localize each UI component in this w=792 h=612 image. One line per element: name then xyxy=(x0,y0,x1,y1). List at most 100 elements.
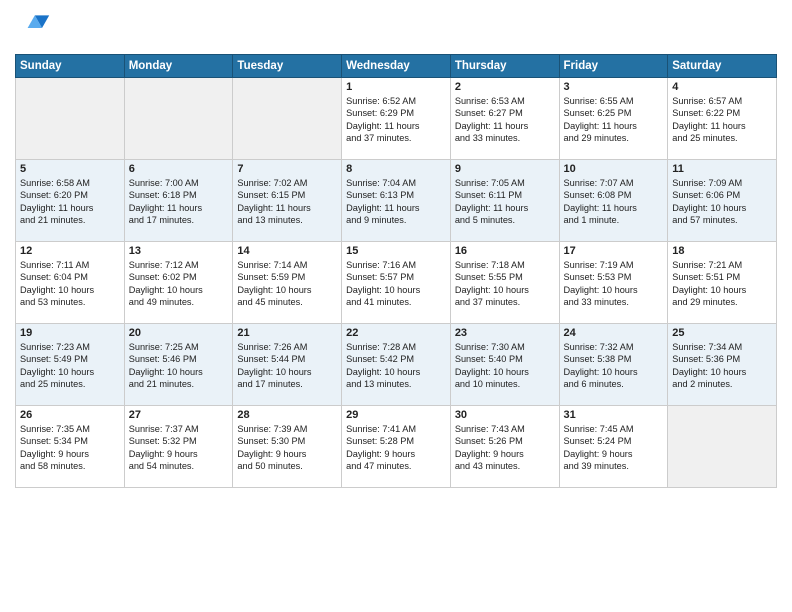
day-info: Sunrise: 7:45 AM Sunset: 5:24 PM Dayligh… xyxy=(564,423,664,473)
calendar-cell: 18 Sunrise: 7:21 AM Sunset: 5:51 PM Dayli… xyxy=(668,242,777,324)
calendar-cell: 24 Sunrise: 7:32 AM Sunset: 5:38 PM Dayli… xyxy=(559,324,668,406)
day-info: Sunrise: 7:43 AM Sunset: 5:26 PM Dayligh… xyxy=(455,423,555,473)
day-number: 2 xyxy=(455,81,555,93)
day-number: 18 xyxy=(672,245,772,257)
day-info: Sunrise: 6:57 AM Sunset: 6:22 PM Dayligh… xyxy=(672,95,772,145)
calendar-cell: 5Sunrise: 6:58 AM Sunset: 6:20 PM Daylig… xyxy=(16,160,125,242)
weekday-header: Monday xyxy=(124,55,233,78)
calendar-cell: 8Sunrise: 7:04 AM Sunset: 6:13 PM Daylig… xyxy=(342,160,451,242)
calendar-cell: 6 Sunrise: 7:00 AM Sunset: 6:18 PM Daylig… xyxy=(124,160,233,242)
day-number: 28 xyxy=(237,409,337,421)
day-info: Sunrise: 7:00 AM Sunset: 6:18 PM Dayligh… xyxy=(129,177,229,227)
calendar-cell: 7Sunrise: 7:02 AM Sunset: 6:15 PM Daylig… xyxy=(233,160,342,242)
day-number: 20 xyxy=(129,327,229,339)
calendar-week-row: 1 Sunrise: 6:52 AM Sunset: 6:29 PM Daylig… xyxy=(16,78,777,160)
day-number: 15 xyxy=(346,245,446,257)
logo-icon xyxy=(15,10,51,46)
day-info: Sunrise: 7:05 AM Sunset: 6:11 PM Dayligh… xyxy=(455,177,555,227)
calendar-cell: 1 Sunrise: 6:52 AM Sunset: 6:29 PM Daylig… xyxy=(342,78,451,160)
day-number: 3 xyxy=(564,81,664,93)
calendar-cell: 25 Sunrise: 7:34 AM Sunset: 5:36 PM Dayli… xyxy=(668,324,777,406)
day-number: 10 xyxy=(564,163,664,175)
calendar-cell: 2 Sunrise: 6:53 AM Sunset: 6:27 PM Daylig… xyxy=(450,78,559,160)
day-info: Sunrise: 7:28 AM Sunset: 5:42 PM Dayligh… xyxy=(346,341,446,391)
day-info: Sunrise: 7:35 AM Sunset: 5:34 PM Dayligh… xyxy=(20,423,120,473)
calendar-cell: 12 Sunrise: 7:11 AM Sunset: 6:04 PM Dayli… xyxy=(16,242,125,324)
calendar-cell: 4 Sunrise: 6:57 AM Sunset: 6:22 PM Daylig… xyxy=(668,78,777,160)
calendar-table: SundayMondayTuesdayWednesdayThursdayFrid… xyxy=(15,54,777,488)
logo xyxy=(15,10,55,46)
calendar-week-row: 5Sunrise: 6:58 AM Sunset: 6:20 PM Daylig… xyxy=(16,160,777,242)
day-info: Sunrise: 7:12 AM Sunset: 6:02 PM Dayligh… xyxy=(129,259,229,309)
day-number: 5 xyxy=(20,163,120,175)
day-info: Sunrise: 7:30 AM Sunset: 5:40 PM Dayligh… xyxy=(455,341,555,391)
day-info: Sunrise: 7:16 AM Sunset: 5:57 PM Dayligh… xyxy=(346,259,446,309)
calendar-cell xyxy=(124,78,233,160)
calendar-cell: 29 Sunrise: 7:41 AM Sunset: 5:28 PM Dayli… xyxy=(342,406,451,488)
calendar-week-row: 12 Sunrise: 7:11 AM Sunset: 6:04 PM Dayli… xyxy=(16,242,777,324)
calendar-cell: 9 Sunrise: 7:05 AM Sunset: 6:11 PM Daylig… xyxy=(450,160,559,242)
day-number: 27 xyxy=(129,409,229,421)
day-number: 13 xyxy=(129,245,229,257)
day-info: Sunrise: 6:52 AM Sunset: 6:29 PM Dayligh… xyxy=(346,95,446,145)
day-number: 29 xyxy=(346,409,446,421)
day-info: Sunrise: 7:34 AM Sunset: 5:36 PM Dayligh… xyxy=(672,341,772,391)
day-number: 24 xyxy=(564,327,664,339)
day-info: Sunrise: 7:23 AM Sunset: 5:49 PM Dayligh… xyxy=(20,341,120,391)
day-info: Sunrise: 7:02 AM Sunset: 6:15 PM Dayligh… xyxy=(237,177,337,227)
day-info: Sunrise: 7:39 AM Sunset: 5:30 PM Dayligh… xyxy=(237,423,337,473)
day-number: 6 xyxy=(129,163,229,175)
calendar-week-row: 26 Sunrise: 7:35 AM Sunset: 5:34 PM Dayli… xyxy=(16,406,777,488)
calendar-cell: 19Sunrise: 7:23 AM Sunset: 5:49 PM Dayli… xyxy=(16,324,125,406)
day-info: Sunrise: 7:09 AM Sunset: 6:06 PM Dayligh… xyxy=(672,177,772,227)
day-number: 4 xyxy=(672,81,772,93)
header xyxy=(15,10,777,46)
day-info: Sunrise: 7:37 AM Sunset: 5:32 PM Dayligh… xyxy=(129,423,229,473)
day-number: 12 xyxy=(20,245,120,257)
day-info: Sunrise: 7:07 AM Sunset: 6:08 PM Dayligh… xyxy=(564,177,664,227)
day-number: 23 xyxy=(455,327,555,339)
day-info: Sunrise: 7:41 AM Sunset: 5:28 PM Dayligh… xyxy=(346,423,446,473)
weekday-header: Thursday xyxy=(450,55,559,78)
calendar-cell xyxy=(233,78,342,160)
calendar-week-row: 19Sunrise: 7:23 AM Sunset: 5:49 PM Dayli… xyxy=(16,324,777,406)
calendar-cell: 22 Sunrise: 7:28 AM Sunset: 5:42 PM Dayli… xyxy=(342,324,451,406)
weekday-header: Friday xyxy=(559,55,668,78)
calendar-cell: 14 Sunrise: 7:14 AM Sunset: 5:59 PM Dayli… xyxy=(233,242,342,324)
day-number: 11 xyxy=(672,163,772,175)
calendar-cell: 13 Sunrise: 7:12 AM Sunset: 6:02 PM Dayli… xyxy=(124,242,233,324)
day-number: 1 xyxy=(346,81,446,93)
day-info: Sunrise: 7:04 AM Sunset: 6:13 PM Dayligh… xyxy=(346,177,446,227)
day-number: 9 xyxy=(455,163,555,175)
day-info: Sunrise: 7:11 AM Sunset: 6:04 PM Dayligh… xyxy=(20,259,120,309)
calendar-cell: 17 Sunrise: 7:19 AM Sunset: 5:53 PM Dayli… xyxy=(559,242,668,324)
day-info: Sunrise: 7:14 AM Sunset: 5:59 PM Dayligh… xyxy=(237,259,337,309)
day-number: 14 xyxy=(237,245,337,257)
weekday-header: Wednesday xyxy=(342,55,451,78)
day-number: 25 xyxy=(672,327,772,339)
calendar-cell: 11 Sunrise: 7:09 AM Sunset: 6:06 PM Dayli… xyxy=(668,160,777,242)
weekday-header: Tuesday xyxy=(233,55,342,78)
day-info: Sunrise: 6:53 AM Sunset: 6:27 PM Dayligh… xyxy=(455,95,555,145)
day-number: 30 xyxy=(455,409,555,421)
day-number: 26 xyxy=(20,409,120,421)
day-info: Sunrise: 7:19 AM Sunset: 5:53 PM Dayligh… xyxy=(564,259,664,309)
day-info: Sunrise: 7:26 AM Sunset: 5:44 PM Dayligh… xyxy=(237,341,337,391)
calendar-cell: 21Sunrise: 7:26 AM Sunset: 5:44 PM Dayli… xyxy=(233,324,342,406)
calendar-cell: 23 Sunrise: 7:30 AM Sunset: 5:40 PM Dayli… xyxy=(450,324,559,406)
calendar-cell: 28 Sunrise: 7:39 AM Sunset: 5:30 PM Dayli… xyxy=(233,406,342,488)
calendar-cell: 20 Sunrise: 7:25 AM Sunset: 5:46 PM Dayli… xyxy=(124,324,233,406)
day-info: Sunrise: 7:21 AM Sunset: 5:51 PM Dayligh… xyxy=(672,259,772,309)
calendar-cell: 3 Sunrise: 6:55 AM Sunset: 6:25 PM Daylig… xyxy=(559,78,668,160)
day-number: 17 xyxy=(564,245,664,257)
day-number: 22 xyxy=(346,327,446,339)
calendar-cell: 26 Sunrise: 7:35 AM Sunset: 5:34 PM Dayli… xyxy=(16,406,125,488)
day-info: Sunrise: 7:18 AM Sunset: 5:55 PM Dayligh… xyxy=(455,259,555,309)
day-info: Sunrise: 6:55 AM Sunset: 6:25 PM Dayligh… xyxy=(564,95,664,145)
day-info: Sunrise: 7:25 AM Sunset: 5:46 PM Dayligh… xyxy=(129,341,229,391)
calendar-cell: 27 Sunrise: 7:37 AM Sunset: 5:32 PM Dayli… xyxy=(124,406,233,488)
weekday-header-row: SundayMondayTuesdayWednesdayThursdayFrid… xyxy=(16,55,777,78)
day-info: Sunrise: 7:32 AM Sunset: 5:38 PM Dayligh… xyxy=(564,341,664,391)
day-number: 31 xyxy=(564,409,664,421)
calendar-cell xyxy=(668,406,777,488)
